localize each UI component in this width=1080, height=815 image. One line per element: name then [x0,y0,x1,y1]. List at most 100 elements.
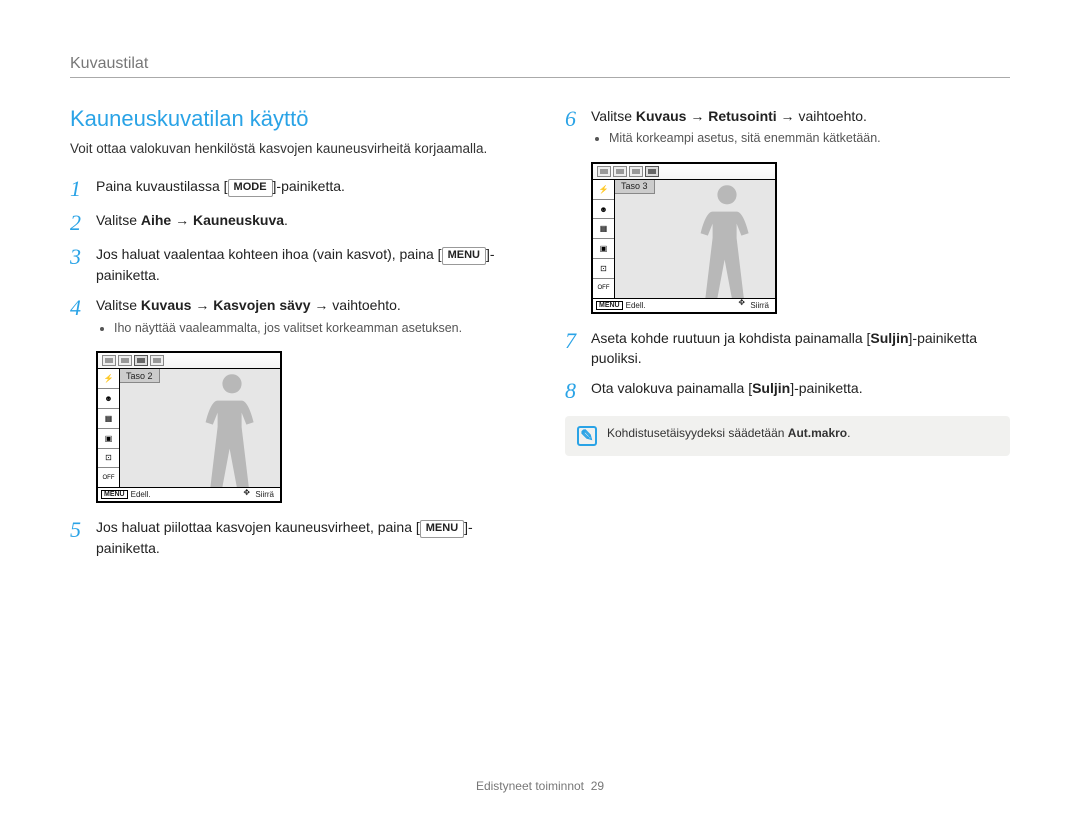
menu-label-icon: MENU [101,490,128,499]
step-text: ]-painiketta. [790,380,862,396]
step-number: 2 [70,210,96,234]
note-text: Kohdistusetäisyydeksi säädetään Aut.makr… [607,426,850,440]
grid-icon: ▦ [98,409,119,429]
step-body: Valitse Kuvaus → Retusointi → vaihtoehto… [591,106,1010,152]
step-body: Ota valokuva painamalla [Suljin]-painike… [591,378,1010,398]
page: Kuvaustilat Kauneuskuvatilan käyttö Voit… [0,0,1080,815]
step-text: ]-painiketta. [273,178,345,194]
footer-page: 29 [591,779,604,793]
shot-preview: Taso 3 [615,180,775,298]
person-silhouette-icon [196,369,268,487]
step-text: → vaihtoehto. [777,108,867,124]
step-7: 7 Aseta kohde ruutuun ja kohdista painam… [565,328,1010,369]
step-body: Aseta kohde ruutuun ja kohdista painamal… [591,328,1010,369]
content-columns: Kauneuskuvatilan käyttö Voit ottaa valok… [70,106,1010,568]
shot-body: ⚡ ☻ ▦ ▣ ⊡ OFF Taso 2 [98,369,280,487]
face-icon: ☻ [593,200,614,220]
step-text: → vaihtoehto. [311,297,401,313]
step-6: 6 Valitse Kuvaus → Retusointi → vaihtoeh… [565,106,1010,152]
step-sub: Mitä korkeampi asetus, sitä enemmän kätk… [609,130,1010,148]
frame-icon: ▣ [98,429,119,449]
step-body: Paina kuvaustilassa [MODE]-painiketta. [96,176,515,197]
note-box: ✎ Kohdistusetäisyydeksi säädetään Aut.ma… [565,416,1010,456]
page-footer: Edistyneet toiminnot 29 [0,779,1080,793]
step-number: 8 [565,378,591,402]
step-text: Aseta kohde ruutuun ja kohdista painamal… [591,330,870,346]
shot-preview: Taso 2 [120,369,280,487]
step-2: 2 Valitse Aihe → Kauneuskuva. [70,210,515,234]
step-text: Jos haluat vaalentaa kohteen ihoa (vain … [96,246,442,262]
flash-icon: ⚡ [593,180,614,200]
step-number: 1 [70,176,96,200]
step-text: Valitse [96,212,141,228]
af-icon: ⊡ [98,449,119,469]
page-title: Kauneuskuvatilan käyttö [70,106,515,132]
mode-key: MODE [228,179,273,197]
joystick-icon [739,301,747,309]
step-text: Jos haluat piilottaa kasvojen kauneusvir… [96,519,420,535]
screenshot-taso2: ⚡ ☻ ▦ ▣ ⊡ OFF Taso 2 [96,351,515,503]
step-8: 8 Ota valokuva painamalla [Suljin]-paini… [565,378,1010,402]
face-icon: ☻ [98,389,119,409]
note-icon: ✎ [577,426,597,446]
back-label: Edell. [626,301,646,310]
step-text: Ota valokuva painamalla [ [591,380,752,396]
menu-key: MENU [420,520,464,538]
left-column: Kauneuskuvatilan käyttö Voit ottaa valok… [70,106,515,568]
sub-text: Iho näyttää vaaleammalta, jos valitset k… [114,320,515,338]
right-column: 6 Valitse Kuvaus → Retusointi → vaihtoeh… [565,106,1010,568]
shot-top-icons [98,353,280,369]
screenshot-taso3: ⚡ ☻ ▦ ▣ ⊡ OFF Taso 3 [591,162,1010,314]
step-body: Valitse Aihe → Kauneuskuva. [96,210,515,230]
joystick-icon [244,491,252,499]
step-body: Jos haluat piilottaa kasvojen kauneusvir… [96,517,515,558]
steps-left: 1 Paina kuvaustilassa [MODE]-painiketta.… [70,176,515,558]
steps-right: 6 Valitse Kuvaus → Retusointi → vaihtoeh… [565,106,1010,402]
level-label: Taso 3 [615,180,655,194]
step-1: 1 Paina kuvaustilassa [MODE]-painiketta. [70,176,515,200]
off-icon: OFF [593,279,614,298]
step-text: Valitse [591,108,636,124]
shot-frame: ⚡ ☻ ▦ ▣ ⊡ OFF Taso 3 [591,162,777,314]
shot-top-icons [593,164,775,180]
step-5: 5 Jos haluat piilottaa kasvojen kauneusv… [70,517,515,558]
off-icon: OFF [98,468,119,487]
shot-sidebar: ⚡ ☻ ▦ ▣ ⊡ OFF [98,369,120,487]
frame-icon: ▣ [593,239,614,259]
menu-label-icon: MENU [596,301,623,310]
shot-bottom-bar: MENU Edell. Siirrä [593,298,775,312]
step-4: 4 Valitse Kuvaus → Kasvojen sävy → vaiht… [70,295,515,341]
grid-icon: ▦ [593,219,614,239]
step-number: 6 [565,106,591,130]
move-label: Siirrä [750,301,769,310]
note-segment: Kohdistusetäisyydeksi säädetään [607,426,788,440]
shot-sidebar: ⚡ ☻ ▦ ▣ ⊡ OFF [593,180,615,298]
person-silhouette-icon [691,180,763,298]
shot-body: ⚡ ☻ ▦ ▣ ⊡ OFF Taso 3 [593,180,775,298]
step-number: 7 [565,328,591,352]
step-body: Valitse Kuvaus → Kasvojen sävy → vaihtoe… [96,295,515,341]
shot-frame: ⚡ ☻ ▦ ▣ ⊡ OFF Taso 2 [96,351,282,503]
step-text: . [284,212,288,228]
note-bold: Aut.makro [788,426,847,440]
intro-text: Voit ottaa valokuvan henkilöstä kasvojen… [70,140,515,158]
step-text: Paina kuvaustilassa [ [96,178,228,194]
step-bold: Aihe → Kauneuskuva [141,212,284,228]
step-bold: Kuvaus → Retusointi [636,108,777,124]
step-number: 5 [70,517,96,541]
step-bold: Suljin [752,380,790,396]
step-number: 3 [70,244,96,268]
step-number: 4 [70,295,96,319]
step-text: Valitse [96,297,141,313]
sub-text: Mitä korkeampi asetus, sitä enemmän kätk… [609,130,1010,148]
step-sub: Iho näyttää vaaleammalta, jos valitset k… [114,320,515,338]
step-body: Jos haluat vaalentaa kohteen ihoa (vain … [96,244,515,285]
step-bold: Suljin [870,330,908,346]
menu-key: MENU [442,247,486,265]
section-label: Kuvaustilat [70,55,1010,78]
move-label: Siirrä [255,490,274,499]
step-3: 3 Jos haluat vaalentaa kohteen ihoa (vai… [70,244,515,285]
af-icon: ⊡ [593,259,614,279]
step-bold: Kuvaus → Kasvojen sävy [141,297,311,313]
flash-icon: ⚡ [98,369,119,389]
